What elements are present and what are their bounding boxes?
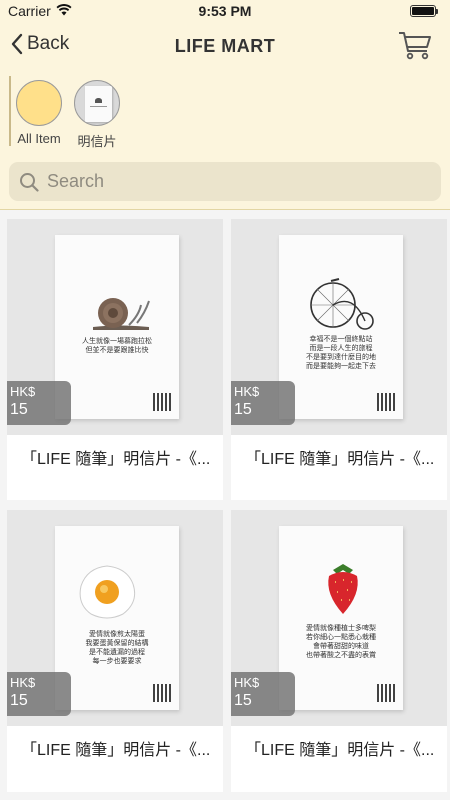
product-card[interactable]: 愛情就像煎太陽蛋 我要蛋黃保留的結構 是不能遺漏的過程 每一步也要要求 HK$ 15 … xyxy=(7,510,223,792)
postcard-text: 幸福不是一個終點站 而是一段人生的旅程 不是要到達什麼目的地 而是要能夠一起走下去 xyxy=(306,335,376,370)
price-value: 15 xyxy=(234,692,252,709)
qr-code xyxy=(377,684,395,702)
price-badge: HK$ 15 xyxy=(7,672,71,716)
product-image: 人生就像一場慕跑拉松 但並不是要跟誰比快 HK$ 15 xyxy=(7,219,223,435)
category-label: 明信片 xyxy=(77,134,117,149)
price-value: 15 xyxy=(234,401,252,418)
postcard-text: 人生就像一場慕跑拉松 但並不是要跟誰比快 xyxy=(82,337,152,354)
price-badge: HK$ 15 xyxy=(231,672,295,716)
price-badge: HK$ 15 xyxy=(7,381,71,425)
price-value: 15 xyxy=(10,692,28,709)
page-title: LIFE MART xyxy=(174,36,276,56)
product-image: 愛情就像種植士多啤梨 若你細心一點悉心栽種 會帶著甜甜的味道 也帶著酸之不盡的表賞 H… xyxy=(231,510,447,726)
search-icon xyxy=(20,172,39,192)
category-label: All Item xyxy=(17,131,61,146)
postcard-text: 愛情就像種植士多啤梨 若你細心一點悉心栽種 會帶著甜甜的味道 也帶著酸之不盡的表賞 xyxy=(306,624,376,659)
bicycle-illustration xyxy=(310,278,374,330)
status-bar: Carrier 9:53 PM xyxy=(0,0,450,22)
qr-code xyxy=(377,393,395,411)
postcard-text: 愛情就像煎太陽蛋 我要蛋黃保留的結構 是不能遺漏的過程 每一步也要要求 xyxy=(85,630,149,665)
egg-illustration xyxy=(79,565,136,619)
cart-button[interactable] xyxy=(398,30,432,65)
search-input[interactable] xyxy=(47,171,407,192)
cart-icon xyxy=(399,32,431,60)
category-all-items-thumb xyxy=(16,80,62,126)
product-card[interactable]: 愛情就像種植士多啤梨 若你細心一點悉心栽種 會帶著甜甜的味道 也帶著酸之不盡的表賞 H… xyxy=(231,510,447,792)
category-strip: All Item 明信片 xyxy=(0,70,450,154)
category-postcard-thumb xyxy=(74,80,120,126)
battery-icon xyxy=(410,5,438,17)
price-currency: HK$ xyxy=(10,675,36,690)
strawberry-illustration xyxy=(328,564,358,614)
category-all-items[interactable]: All Item xyxy=(9,80,69,146)
qr-code xyxy=(153,684,171,702)
product-image: 愛情就像煎太陽蛋 我要蛋黃保留的結構 是不能遺漏的過程 每一步也要要求 HK$ 15 xyxy=(7,510,223,726)
product-card[interactable]: 人生就像一場慕跑拉松 但並不是要跟誰比快 HK$ 15 「LIFE 隨筆」明信片 … xyxy=(7,219,223,500)
product-image: 幸福不是一個終點站 而是一段人生的旅程 不是要到達什麼目的地 而是要能夠一起走下去 H… xyxy=(231,219,447,435)
product-title: 「LIFE 隨筆」明信片 -《... xyxy=(245,451,435,468)
search-section xyxy=(0,154,450,210)
product-title: 「LIFE 隨筆」明信片 -《... xyxy=(21,742,211,759)
price-badge: HK$ 15 xyxy=(231,381,295,425)
qr-code xyxy=(153,393,171,411)
nav-bar: Back LIFE MART xyxy=(0,22,450,70)
price-currency: HK$ xyxy=(234,675,260,690)
search-bar[interactable] xyxy=(9,162,441,201)
product-card[interactable]: 幸福不是一個終點站 而是一段人生的旅程 不是要到達什麼目的地 而是要能夠一起走下去 H… xyxy=(231,219,447,500)
product-title: 「LIFE 隨筆」明信片 -《... xyxy=(21,451,211,468)
price-value: 15 xyxy=(10,401,28,418)
status-time: 9:53 PM xyxy=(198,3,252,19)
category-postcard[interactable]: 明信片 xyxy=(67,80,127,150)
price-currency: HK$ xyxy=(10,384,36,399)
product-title: 「LIFE 隨筆」明信片 -《... xyxy=(245,742,435,759)
snail-illustration xyxy=(93,298,150,330)
price-currency: HK$ xyxy=(234,384,260,399)
